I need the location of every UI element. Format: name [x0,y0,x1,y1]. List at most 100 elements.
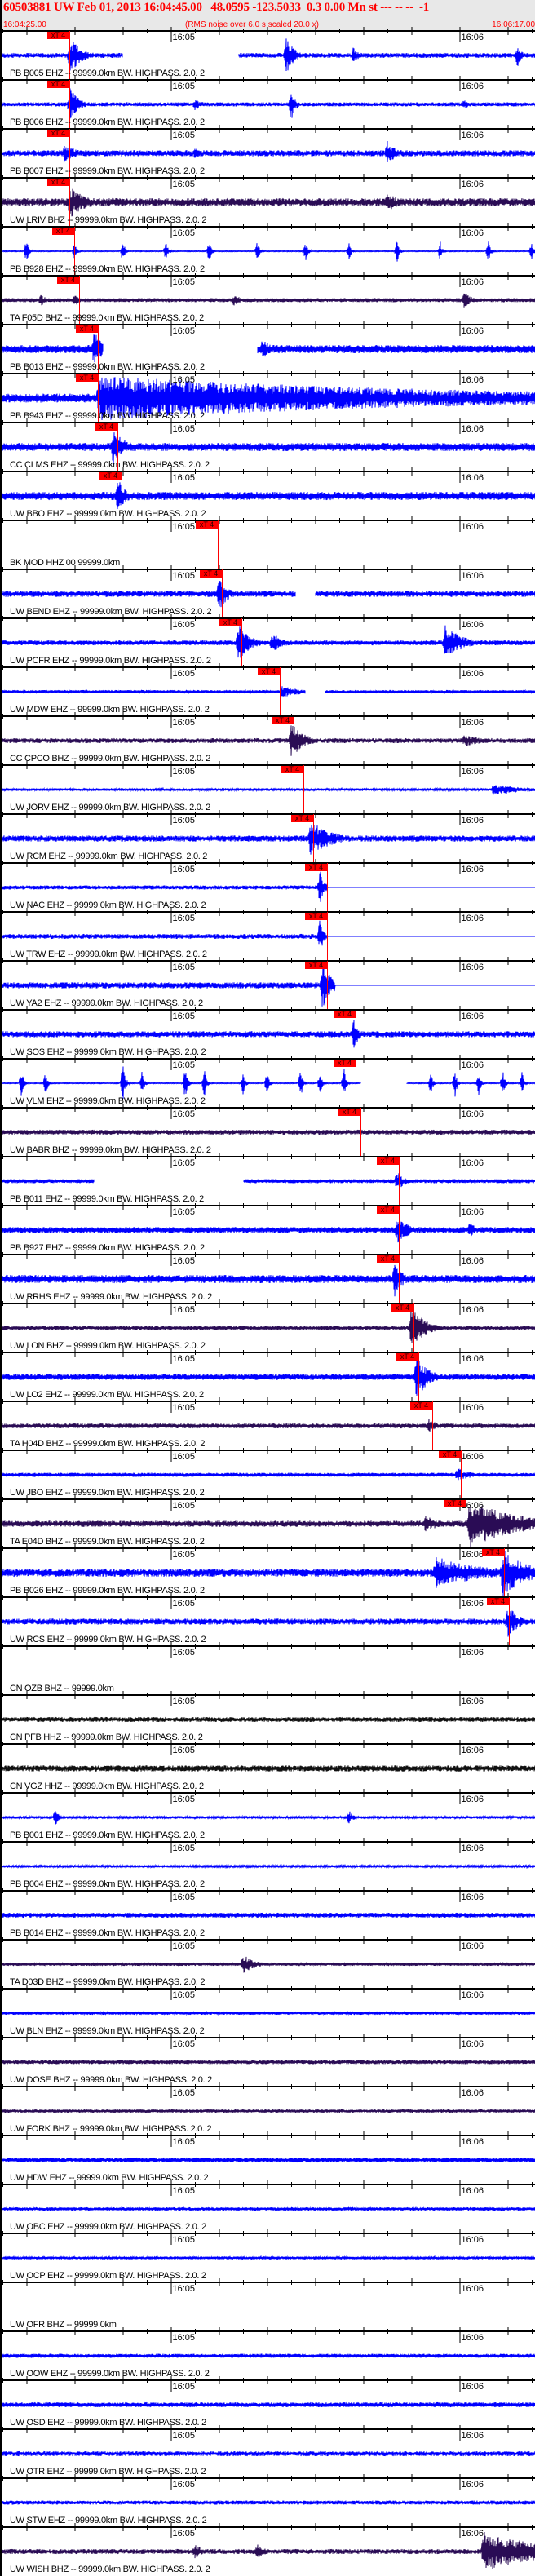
pick-marker[interactable]: xT 4 [439,1451,461,1458]
pick-marker[interactable]: xT 4 [482,1549,504,1556]
minute-tick-label: 16:05 [172,571,196,581]
waveform-trace [2,1468,535,1481]
minute-tick-label: 16:06 [461,914,484,923]
pick-marker[interactable]: xT 4 [391,1304,413,1312]
minute-tick-label: 16:06 [461,326,484,336]
pick-marker[interactable]: xT 4 [258,668,280,675]
waveform-trace [2,1308,535,1345]
station-channel-label: TA D03D BHZ -- 99999.0km BW. HIGHPASS. 2… [10,1977,206,1987]
pick-marker[interactable]: xT 4 [281,766,303,773]
station-channel-label: UW SOS EHZ -- 99999.0km BW. HIGHPASS. 2.… [10,1047,206,1057]
minute-tick-label: 16:05 [172,1403,196,1413]
minute-tick-label: 16:06 [461,2333,484,2343]
station-channel-label: UW RRHS EHZ -- 99999.0km BW. HIGHPASS. 2… [10,1292,212,1302]
minute-tick-label: 16:05 [172,1892,196,1902]
minute-tick-label: 16:05 [172,914,196,923]
waveform-trace [2,1765,535,1772]
pick-marker[interactable]: xT 4 [338,1109,360,1116]
waveform-trace [2,1956,535,1973]
minute-tick-label: 16:06 [461,620,484,630]
station-channel-label: PB B014 EHZ -- 99999.0km BW. HIGHPASS. 2… [10,1928,205,1938]
pick-marker[interactable]: xT 4 [305,913,327,920]
minute-tick-label: 16:06 [461,718,484,728]
minute-tick-label: 16:06 [461,669,484,679]
pick-marker[interactable]: xT 4 [52,228,74,235]
minute-tick-label: 16:06 [461,1599,484,1609]
minute-tick-label: 16:06 [461,33,484,42]
minute-tick-label: 16:05 [172,2039,196,2049]
station-channel-label: UW FORK BHZ -- 99999.0km BW. HIGHPASS. 2… [10,2124,212,2134]
minute-tick-label: 16:06 [461,1207,484,1217]
minute-tick-label: 16:05 [172,473,196,483]
pick-marker[interactable]: xT 4 [334,1060,356,1067]
minute-tick-label: 16:05 [172,1746,196,1755]
station-channel-label: UW PCFR EHZ -- 99999.0km BW. HIGHPASS. 2… [10,656,211,666]
pick-marker[interactable]: xT 4 [396,1353,418,1361]
minute-tick-label: 16:06 [461,1403,484,1413]
pick-marker[interactable]: xT 4 [334,1011,356,1018]
pick-marker[interactable]: xT 4 [47,32,69,39]
minute-tick-label: 16:06 [461,2431,484,2441]
minute-tick-label: 16:05 [172,1011,196,1021]
station-channel-label: CC CPCO BHZ -- 99999.0km BW. HIGHPASS. 2… [10,754,211,764]
station-channel-label: UW HDW EHZ -- 99999.0km BW. HIGHPASS. 2.… [10,2173,209,2183]
pick-marker[interactable]: xT 4 [99,472,122,480]
minute-tick-label: 16:05 [172,33,196,42]
pick-marker[interactable]: xT 4 [47,130,69,137]
station-channel-label: UW MDW EHZ -- 99999.0km BW. HIGHPASS. 2.… [10,705,210,715]
minute-tick-label: 16:06 [461,963,484,972]
pick-marker[interactable]: xT 4 [219,619,241,626]
pick-marker[interactable]: xT 4 [47,179,69,186]
minute-tick-label: 16:05 [172,1550,196,1560]
station-channel-label: PB B943 EHZ -- 99999.0km BW. HIGHPASS. 2… [10,411,205,421]
minute-tick-label: 16:05 [172,131,196,140]
waveform-trace [2,2450,535,2457]
minute-tick-label: 16:06 [461,2480,484,2490]
minute-tick-label: 16:05 [172,1697,196,1706]
pick-marker[interactable]: xT 4 [200,570,222,578]
station-channel-label: UW BABR BHZ -- 99999.0km BW. HIGHPASS. 2… [10,1145,211,1155]
station-channel-label: UW BEND EHZ -- 99999.0km BW. HIGHPASS. 2… [10,607,212,617]
minute-tick-label: 16:06 [461,2088,484,2098]
pick-marker[interactable]: xT 4 [95,423,117,431]
minute-tick-label: 16:06 [461,1550,484,1560]
station-channel-label: UW OSD EHZ -- 99999.0km BW. HIGHPASS. 2.… [10,2418,206,2428]
waveform-trace [2,1173,535,1188]
waveform-trace [2,38,535,72]
pick-marker[interactable]: xT 4 [196,521,218,529]
minute-tick-label: 16:05 [172,1060,196,1070]
pick-marker[interactable]: xT 4 [47,81,69,88]
minute-tick-label: 16:05 [172,2382,196,2392]
minute-tick-label: 16:05 [172,1158,196,1168]
pick-marker[interactable]: xT 4 [76,325,98,333]
waveform-trace [2,2401,535,2408]
waveform-trace [2,1129,535,1135]
trace-canvas [2,27,535,2569]
waveform-trace [2,1020,535,1048]
pick-marker[interactable]: xT 4 [305,864,327,871]
pick-marker[interactable]: xT 4 [291,815,313,822]
pick-marker[interactable]: xT 4 [487,1598,509,1605]
station-channel-label: PB B927 EHZ -- 99999.0km BW. HIGHPASS. 2… [10,1243,205,1253]
pick-marker[interactable]: xT 4 [76,374,98,382]
station-channel-label: UW BLN EHZ -- 99999.0km BW. HIGHPASS. 2.… [10,2026,205,2036]
pick-marker[interactable]: xT 4 [377,1255,399,1263]
station-channel-label: UW VLM EHZ -- 99999.0km BW. HIGHPASS. 2.… [10,1096,206,1106]
waveform-trace [2,625,535,658]
waveform-trace [2,188,535,217]
waveform-trace [2,1610,535,1637]
minute-tick-label: 16:05 [172,522,196,532]
pick-marker[interactable]: xT 4 [305,962,327,969]
minute-tick-label: 16:05 [172,2529,196,2538]
minute-tick-label: 16:06 [461,2382,484,2392]
pick-marker[interactable]: xT 4 [377,1157,399,1165]
station-channel-label: CC CLMS EHZ -- 99999.0km BW. HIGHPASS. 2… [10,460,210,470]
station-channel-label: UW OOW EHZ -- 99999.0km BW. HIGHPASS. 2.… [10,2369,210,2379]
waveform-trace [2,293,535,308]
pick-marker[interactable]: xT 4 [57,277,79,284]
station-channel-label: PB B004 EHZ -- 99999.0km BW. HIGHPASS. 2… [10,1879,205,1889]
pick-marker[interactable]: xT 4 [272,717,294,724]
pick-marker[interactable]: xT 4 [377,1206,399,1214]
pick-marker[interactable]: xT 4 [444,1500,466,1507]
pick-marker[interactable]: xT 4 [410,1402,432,1410]
